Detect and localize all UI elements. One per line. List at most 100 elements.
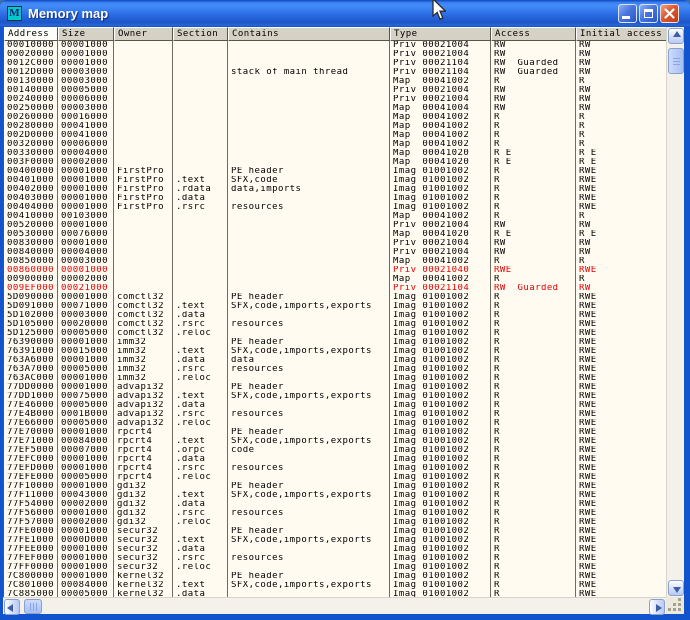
table-row[interactable]: 77F1100000043000gdi32.textSFX,code,impor… <box>4 491 666 500</box>
cell-access: RW <box>491 239 576 248</box>
cell-type: Imag 01001002 <box>390 365 491 374</box>
table-row[interactable]: 0033000000004000Map 00041020R ER E <box>4 149 666 158</box>
table-row[interactable]: 77E7000000001000rpcrt4PE headerImag 0100… <box>4 428 666 437</box>
table-row[interactable]: 0012C00000001000Priv 00021104RW GuardedR… <box>4 59 666 68</box>
cell-section: .rsrc <box>173 509 228 518</box>
cell-initial_access: R <box>576 257 666 266</box>
column-header-section[interactable]: Section <box>173 27 228 41</box>
table-row[interactable]: 77E4600000005000advapi32.dataImag 010010… <box>4 401 666 410</box>
table-row[interactable]: 0040000000001000FirstProPE headerImag 01… <box>4 167 666 176</box>
table-row[interactable]: 0083000000001000Priv 00021004RWRW <box>4 239 666 248</box>
maximize-button[interactable] <box>639 4 658 23</box>
table-row[interactable]: 77DD000000001000advapi32PE headerImag 01… <box>4 383 666 392</box>
table-row[interactable]: 0001000000001000Priv 00021004RWRW <box>4 41 666 50</box>
table-row[interactable]: 77FF000000001000secur32.relocImag 010010… <box>4 563 666 572</box>
table-row[interactable]: 7C80100000084000kernel32.textSFX,code,im… <box>4 581 666 590</box>
cell-section: .text <box>173 176 228 185</box>
table-row[interactable]: 77F5700000002000gdi32.relocImag 01001002… <box>4 518 666 527</box>
cell-access: R <box>491 419 576 428</box>
horizontal-scrollbar[interactable] <box>3 597 666 614</box>
column-header-owner[interactable]: Owner <box>114 27 173 41</box>
table-row[interactable]: 0025000000003000Map 00041004RWRW <box>4 104 666 113</box>
table-row[interactable]: 77FE000000001000secur32PE headerImag 010… <box>4 527 666 536</box>
table-row[interactable]: 0024000000006000Priv 00021004RWRW <box>4 95 666 104</box>
table-row[interactable]: 7C88500000005000kernel32.dataImag 010010… <box>4 590 666 597</box>
table-row[interactable]: 009EF00000021000Priv 00021104RW GuardedR… <box>4 284 666 293</box>
column-header-contains[interactable]: Contains <box>228 27 390 41</box>
vertical-scrollbar[interactable] <box>666 27 684 597</box>
cell-owner <box>114 59 173 68</box>
table-row[interactable]: 7639100000015000imm32.textSFX,code,impor… <box>4 347 666 356</box>
table-row[interactable]: 77E6600000005000advapi32.relocImag 01001… <box>4 419 666 428</box>
resize-grip[interactable] <box>666 597 684 614</box>
column-header-initial_access[interactable]: Initial access <box>576 27 666 41</box>
table-row[interactable]: 0040400000001000FirstPro.rsrcresourcesIm… <box>4 203 666 212</box>
table-row[interactable]: 77E4B0000001B000advapi32.rsrcresourcesIm… <box>4 410 666 419</box>
table-row[interactable]: 77DD100000075000advapi32.textSFX,code,im… <box>4 392 666 401</box>
table-row[interactable]: 0014000000005000Priv 00021004RWRW <box>4 86 666 95</box>
scroll-right-button[interactable] <box>649 599 665 615</box>
table-row[interactable]: 0041000000103000Map 00041002RR <box>4 212 666 221</box>
table-row[interactable]: 77EFC00000001000rpcrt4.dataImag 01001002… <box>4 455 666 464</box>
table-row[interactable]: 0026000000016000Map 00041002RR <box>4 113 666 122</box>
table-row[interactable]: 5D10200000003000comctl32.dataImag 010010… <box>4 311 666 320</box>
cell-contains <box>228 455 390 464</box>
column-header-type[interactable]: Type <box>390 27 491 41</box>
table-row[interactable]: 0053000000076000Map 00041020R ER E <box>4 230 666 239</box>
minimize-button[interactable] <box>618 4 637 23</box>
table-row[interactable]: 763A600000001000imm32.datadataImag 01001… <box>4 356 666 365</box>
table-row[interactable]: 003F000000002000Map 00041020R ER E <box>4 158 666 167</box>
table-row[interactable]: 77E7100000084000rpcrt4.textSFX,code,impo… <box>4 437 666 446</box>
column-header-access[interactable]: Access <box>491 27 576 41</box>
table-row[interactable]: 0090000000002000Map 00041002RR <box>4 275 666 284</box>
table-row[interactable]: 0040300000001000FirstPro.dataImag 010010… <box>4 194 666 203</box>
table-row[interactable]: 0032000000006000Map 00041002RR <box>4 140 666 149</box>
table-row[interactable]: 002D000000041000Map 00041002RR <box>4 131 666 140</box>
table-row[interactable]: 0052000000001000Priv 00021004RWRW <box>4 221 666 230</box>
table-row[interactable]: 77F1000000001000gdi32PE headerImag 01001… <box>4 482 666 491</box>
cell-contains: SFX,code,imports,exports <box>228 347 390 356</box>
titlebar[interactable]: M Memory map <box>0 0 690 27</box>
table-row[interactable]: 77EFE00000005000rpcrt4.relocImag 0100100… <box>4 473 666 482</box>
cell-access: R <box>491 500 576 509</box>
table-row[interactable]: 0013000000003000Map 00041002RR <box>4 77 666 86</box>
cell-size: 00001000 <box>58 185 114 194</box>
table-row[interactable]: 77EFD00000001000rpcrt4.rsrcresourcesImag… <box>4 464 666 473</box>
table-row[interactable]: 5D09100000071000comctl32.textSFX,code,im… <box>4 302 666 311</box>
cell-section: .rsrc <box>173 320 228 329</box>
table-row[interactable]: 77F5600000001000gdi32.rsrcresourcesImag … <box>4 509 666 518</box>
table-row[interactable]: 0012D00000003000stack of main threadPriv… <box>4 68 666 77</box>
table-row[interactable]: 77FEE00000001000secur32.dataImag 0100100… <box>4 545 666 554</box>
table-row[interactable]: 7C80000000001000kernel32PE headerImag 01… <box>4 572 666 581</box>
horizontal-scrollbar-thumb[interactable] <box>24 599 42 614</box>
table-row[interactable]: 763AC00000001000imm32.relocImag 01001002… <box>4 374 666 383</box>
table-row[interactable]: 0028000000041000Map 00041002RR <box>4 122 666 131</box>
table-row[interactable]: 77FE10000000D000secur32.textSFX,code,imp… <box>4 536 666 545</box>
vertical-scrollbar-thumb[interactable] <box>668 48 684 74</box>
table-row[interactable]: 77F5400000002000gdi32.dataImag 01001002R… <box>4 500 666 509</box>
scroll-left-button[interactable] <box>4 599 20 615</box>
table-row[interactable]: 5D09000000001000comctl32PE headerImag 01… <box>4 293 666 302</box>
table-row[interactable]: 5D12500000005000comctl32.relocImag 01001… <box>4 329 666 338</box>
table-row[interactable]: 0086000000001000Priv 00021040RWERWE <box>4 266 666 275</box>
close-button[interactable] <box>660 4 679 23</box>
column-header-size[interactable]: Size <box>58 27 114 41</box>
table-row[interactable]: 0040200000001000FirstPro.rdatadata,impor… <box>4 185 666 194</box>
table-row[interactable]: 0040100000001000FirstPro.textSFX,codeIma… <box>4 176 666 185</box>
scroll-up-button[interactable] <box>668 28 684 44</box>
cell-access: R <box>491 203 576 212</box>
cell-access: R <box>491 185 576 194</box>
cell-type: Imag 01001002 <box>390 509 491 518</box>
table-row[interactable]: 5D10500000020000comctl32.rsrcresourcesIm… <box>4 320 666 329</box>
cell-address: 00130000 <box>4 77 58 86</box>
column-header-address[interactable]: Address <box>4 27 58 41</box>
table-row[interactable]: 77FEF00000001000secur32.rsrcresourcesIma… <box>4 554 666 563</box>
scroll-down-button[interactable] <box>668 580 684 596</box>
table-row[interactable]: 0084000000004000Priv 00021004RWRW <box>4 248 666 257</box>
table-row[interactable]: 0002000000001000Priv 00021004RWRW <box>4 50 666 59</box>
table-row[interactable]: 763A700000005000imm32.rsrcresourcesImag … <box>4 365 666 374</box>
table-row[interactable]: 0085000000003000Map 00041002RR <box>4 257 666 266</box>
cell-size: 00005000 <box>58 419 114 428</box>
table-row[interactable]: 77EF500000007000rpcrt4.orpccodeImag 0100… <box>4 446 666 455</box>
table-row[interactable]: 7639000000001000imm32PE headerImag 01001… <box>4 338 666 347</box>
